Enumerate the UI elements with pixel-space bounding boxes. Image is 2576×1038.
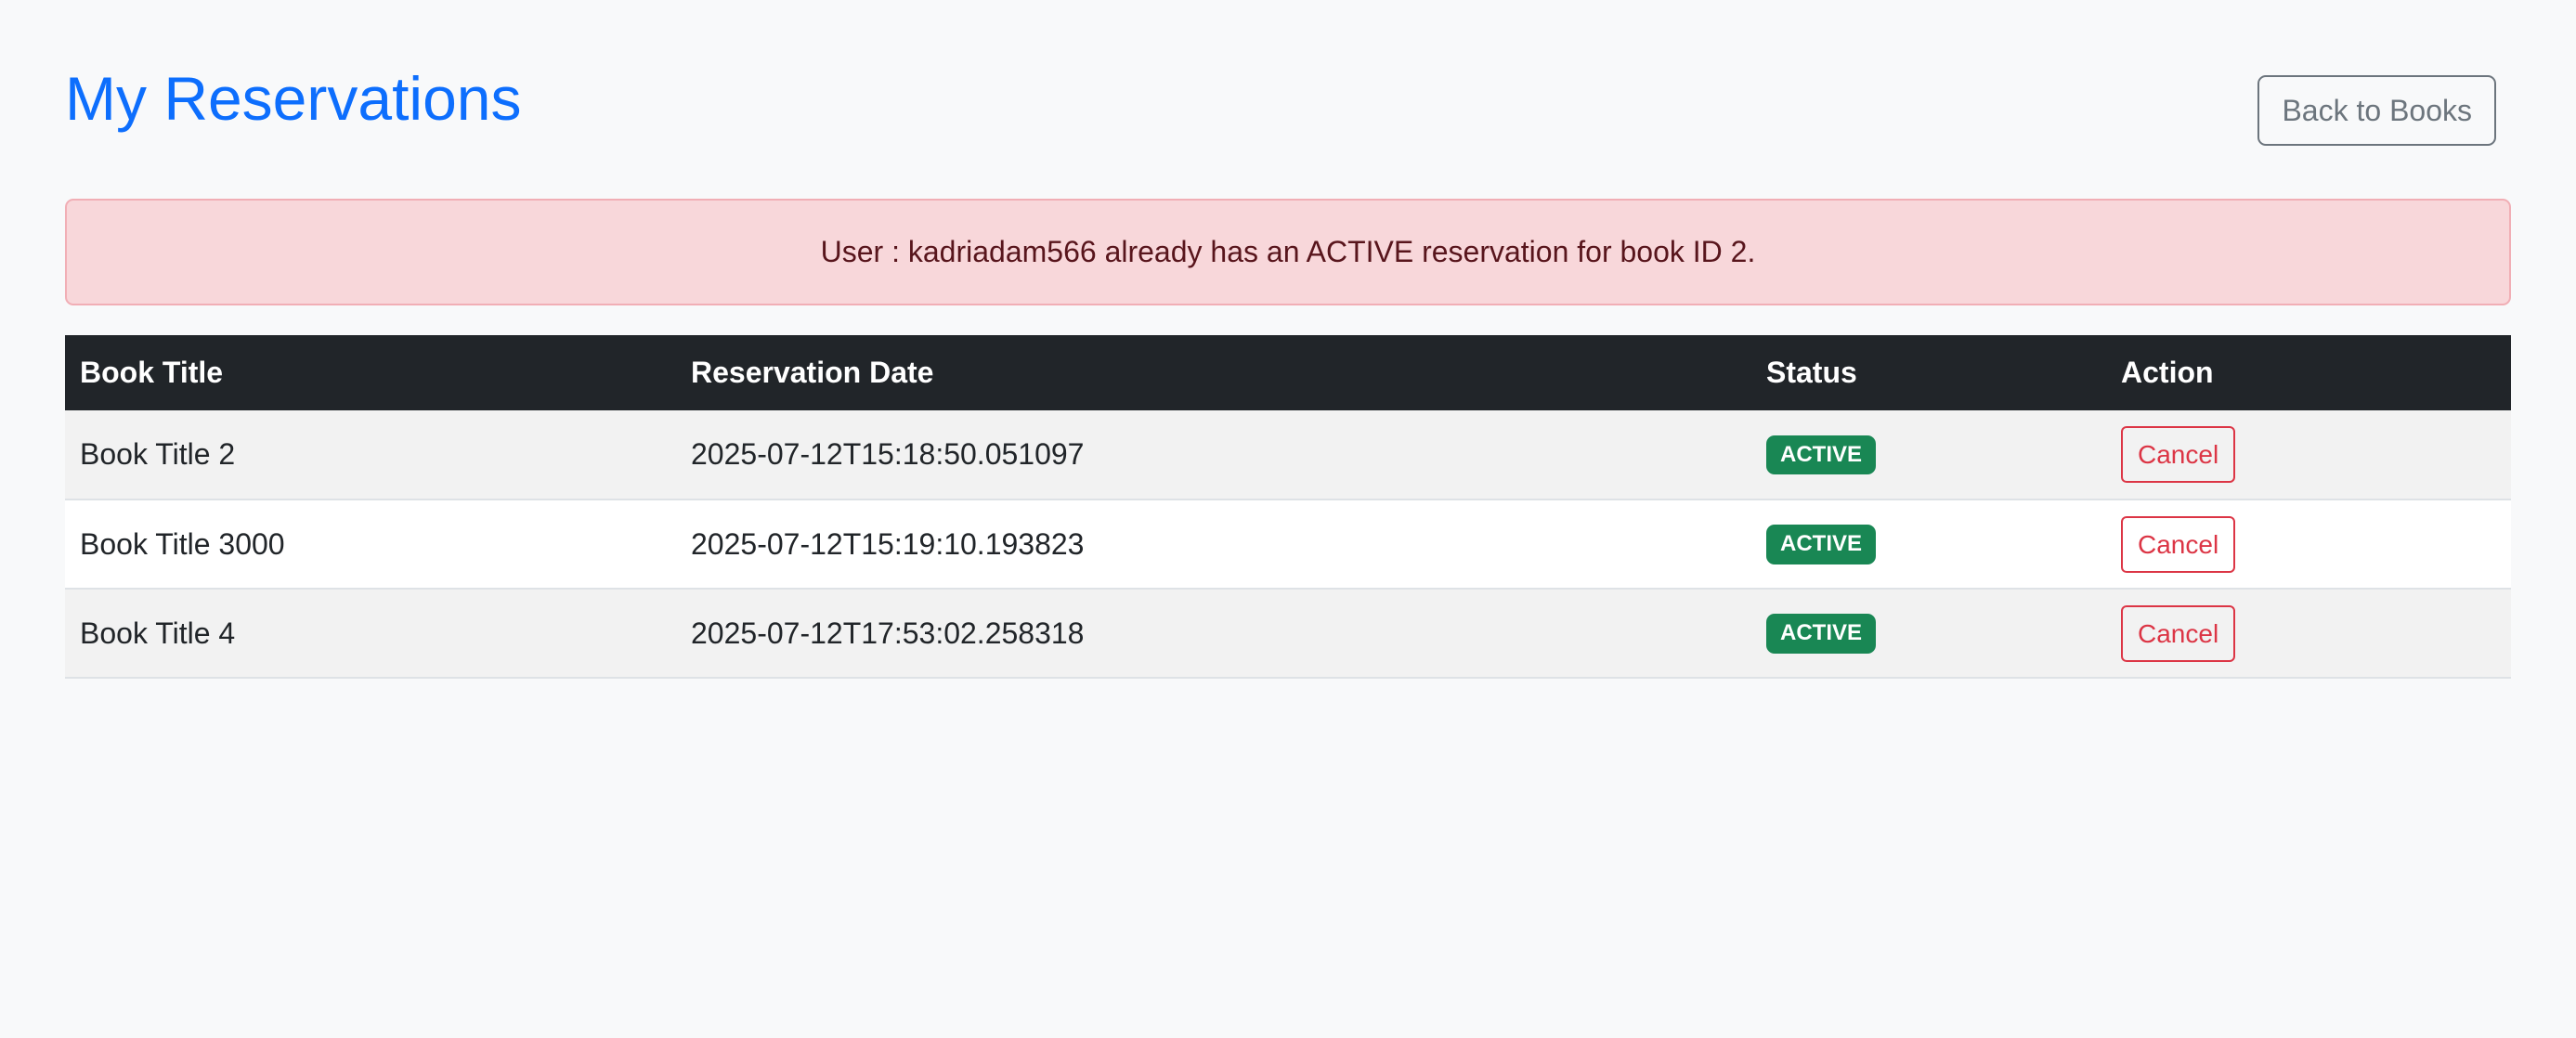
column-header-reservation-date: Reservation Date (676, 335, 1751, 410)
table-header: Book Title Reservation Date Status Actio… (65, 335, 2511, 410)
table-body: Book Title 2 2025-07-12T15:18:50.051097 … (65, 410, 2511, 679)
status-cell: ACTIVE (1751, 500, 2106, 590)
table-row: Book Title 2 2025-07-12T15:18:50.051097 … (65, 410, 2511, 500)
book-title-cell: Book Title 3000 (65, 500, 676, 590)
error-alert: User : kadriadam566 already has an ACTIV… (65, 199, 2511, 305)
reservation-date-cell: 2025-07-12T15:18:50.051097 (676, 410, 1751, 500)
book-title-cell: Book Title 4 (65, 589, 676, 679)
action-cell: Cancel (2106, 589, 2511, 679)
status-badge: ACTIVE (1766, 614, 1877, 654)
page-title: My Reservations (65, 64, 522, 133)
status-cell: ACTIVE (1751, 589, 2106, 679)
page-header: My Reservations Back to Books (65, 0, 2511, 199)
action-cell: Cancel (2106, 410, 2511, 500)
cancel-reservation-button[interactable]: Cancel (2121, 515, 2236, 573)
status-badge: ACTIVE (1766, 525, 1877, 564)
action-cell: Cancel (2106, 500, 2511, 590)
reservation-date-cell: 2025-07-12T17:53:02.258318 (676, 589, 1751, 679)
cancel-reservation-button[interactable]: Cancel (2121, 604, 2236, 662)
reservations-table: Book Title Reservation Date Status Actio… (65, 335, 2511, 679)
column-header-status: Status (1751, 335, 2106, 410)
status-cell: ACTIVE (1751, 410, 2106, 500)
column-header-action: Action (2106, 335, 2511, 410)
page: My Reservations Back to Books User : kad… (0, 0, 2576, 1038)
table-row: Book Title 4 2025-07-12T17:53:02.258318 … (65, 589, 2511, 679)
reservation-date-cell: 2025-07-12T15:19:10.193823 (676, 500, 1751, 590)
table-row: Book Title 3000 2025-07-12T15:19:10.1938… (65, 500, 2511, 590)
cancel-reservation-button[interactable]: Cancel (2121, 426, 2236, 483)
column-header-book-title: Book Title (65, 335, 676, 410)
status-badge: ACTIVE (1766, 435, 1877, 475)
book-title-cell: Book Title 2 (65, 410, 676, 500)
table-header-row: Book Title Reservation Date Status Actio… (65, 335, 2511, 410)
back-to-books-button[interactable]: Back to Books (2257, 75, 2496, 146)
